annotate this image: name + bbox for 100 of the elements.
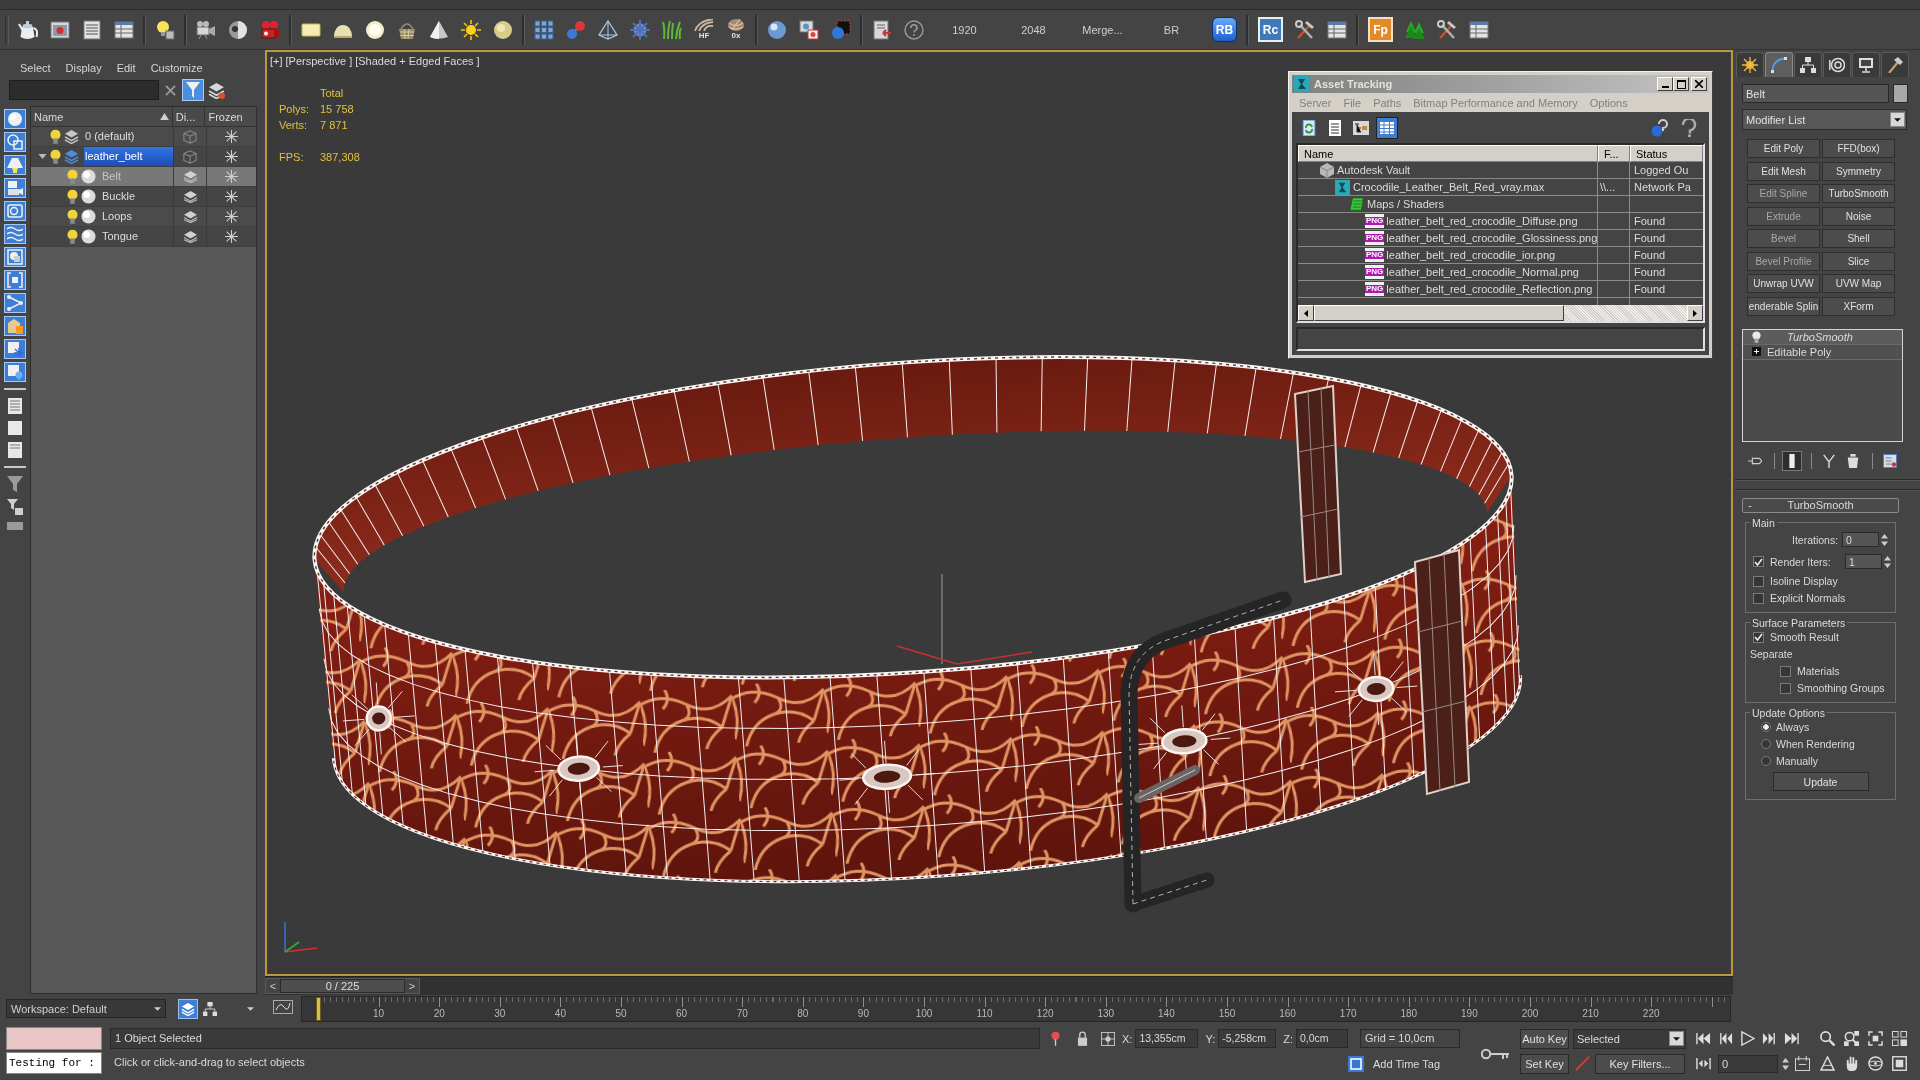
filter-toggle[interactable] (4, 201, 26, 221)
filter-toggle[interactable] (4, 293, 26, 313)
auto-key-button[interactable]: Auto Key (1520, 1028, 1569, 1049)
track-bar[interactable]: 10 20 30 40 50 60 70 80 90 100 110 120 130 140 150 160 170 180 190 200 210 220 (301, 996, 1731, 1022)
checkbox[interactable] (1753, 592, 1764, 604)
modifier-button[interactable]: Noise (1822, 206, 1895, 226)
viewport-label-menu[interactable]: [Shaded + Edged Faces ] (355, 55, 480, 67)
light-bulb-icon[interactable] (1752, 330, 1761, 343)
layer-explorer-button[interactable] (178, 998, 198, 1019)
scrollbar-thumb[interactable] (1314, 305, 1564, 321)
modifier-button[interactable]: XForm (1822, 296, 1895, 316)
radio-button[interactable] (1761, 739, 1771, 749)
previous-frame-button[interactable]: < (266, 979, 280, 993)
cube-grid-icon[interactable] (534, 19, 554, 40)
workspace-dropdown[interactable]: Workspace: Default (6, 999, 166, 1018)
menu-item[interactable]: Select (20, 62, 51, 74)
color-swatch[interactable] (1893, 84, 1908, 103)
render-frame-icon[interactable] (50, 19, 70, 40)
filter-toggle[interactable] (4, 339, 26, 359)
asset-name[interactable]: Maps / Shaders (1367, 198, 1445, 210)
column-header[interactable]: F... (1598, 145, 1630, 162)
column-header[interactable]: Name (31, 107, 173, 126)
filter-toggle[interactable] (4, 224, 26, 244)
panel-tab[interactable] (1823, 52, 1851, 77)
light-bulb-icon[interactable] (67, 189, 78, 204)
zoom-all-icon[interactable] (1844, 1031, 1859, 1046)
modifier-button[interactable]: TurboSmooth (1822, 184, 1895, 203)
cone-icon[interactable] (429, 19, 449, 40)
viewport-label-menu[interactable]: [+] (270, 55, 283, 67)
search-field[interactable] (9, 80, 159, 100)
spinner-arrows-icon[interactable] (1782, 1056, 1789, 1071)
table-window-icon[interactable] (1327, 19, 1347, 40)
modifier-button[interactable]: Edit Mesh (1747, 161, 1820, 181)
asset-name[interactable]: leather_belt_red_crocodile_Reflection.png (1386, 283, 1593, 295)
layer-name[interactable]: 0 (default) (84, 127, 138, 146)
modifier-button[interactable]: enderable Splin (1747, 296, 1820, 316)
shaded-plates-icon[interactable] (182, 230, 198, 243)
shaded-plates-icon[interactable] (182, 210, 198, 223)
spinner-field[interactable]: 1 (1845, 554, 1882, 569)
filter-toggle[interactable] (4, 132, 26, 152)
current-frame-field[interactable]: 0 (1718, 1054, 1778, 1073)
time-slider-track[interactable]: < 0 / 225 > (265, 976, 1733, 995)
viewport-label-menu[interactable]: [Perspective ] (285, 55, 353, 67)
hair-button[interactable]: HF (693, 18, 715, 41)
hierarchy-icon[interactable] (203, 1001, 217, 1016)
snowflake-icon[interactable] (225, 230, 238, 243)
next-frame-icon[interactable] (1762, 1031, 1777, 1046)
zoom-extents-all-icon[interactable] (1892, 1031, 1907, 1046)
curve-editor-icon[interactable] (273, 1000, 293, 1014)
panel-tab[interactable] (1736, 52, 1764, 77)
snowflake-icon[interactable] (225, 190, 238, 203)
modifier-button[interactable]: Slice (1822, 251, 1895, 271)
key-set-dropdown[interactable]: Selected (1573, 1028, 1686, 1049)
play-icon[interactable] (1740, 1031, 1755, 1046)
glossy-sphere-icon[interactable] (767, 19, 787, 40)
go-to-end-icon[interactable] (1784, 1031, 1799, 1046)
orbit-icon[interactable] (1868, 1056, 1883, 1071)
panel-tab[interactable] (1881, 52, 1909, 77)
calendar-icon[interactable] (1795, 1056, 1810, 1071)
listener-field[interactable] (6, 1027, 102, 1050)
maximize-viewport-icon[interactable] (1892, 1056, 1907, 1071)
time-slider-thumb[interactable]: < 0 / 225 > (265, 978, 420, 994)
scroll-right-button[interactable] (1687, 305, 1703, 321)
sphere-selection-icon[interactable] (831, 19, 851, 40)
object-name[interactable]: Tongue (101, 227, 142, 246)
menu-item[interactable]: Customize (150, 62, 203, 74)
modifier-button[interactable]: Symmetry (1822, 161, 1895, 181)
viewport[interactable] (265, 50, 1733, 976)
script-button[interactable]: 2048 (999, 17, 1068, 42)
next-frame-button[interactable]: > (405, 979, 419, 993)
checkbox[interactable] (1780, 682, 1791, 694)
time-tag-icon[interactable] (1348, 1055, 1364, 1072)
object-name[interactable]: Buckle (101, 187, 139, 206)
light-bulb-icon[interactable] (50, 129, 61, 144)
layer-name[interactable]: leather_belt (84, 147, 173, 166)
scroll-left-button[interactable] (1298, 305, 1314, 321)
modifier-button[interactable]: Edit Poly (1747, 139, 1820, 158)
checkbox[interactable] (1753, 556, 1764, 567)
tools-icon[interactable] (1295, 19, 1315, 40)
menu-item[interactable]: Display (65, 62, 102, 74)
script-input-field[interactable]: Testing for : (6, 1052, 102, 1074)
snowflake-icon[interactable] (225, 170, 238, 183)
script-button[interactable]: 1920 (930, 17, 999, 42)
wire-box-icon[interactable] (183, 149, 197, 164)
sphere-icon[interactable] (493, 19, 513, 40)
help-icon[interactable] (904, 19, 924, 40)
current-frame-marker[interactable] (316, 997, 321, 1021)
zoom-icon[interactable] (1820, 1031, 1835, 1046)
script-button[interactable]: Merge... (1068, 17, 1137, 42)
previous-frame-icon[interactable] (1718, 1031, 1733, 1046)
plugin-button[interactable]: RB (1212, 17, 1237, 42)
light-bulb-icon[interactable] (155, 19, 175, 40)
time-tag-button[interactable]: Add Time Tag (1373, 1057, 1441, 1070)
yarn-ball-button[interactable]: 0x (725, 18, 747, 41)
filter-toggle[interactable] (4, 109, 26, 129)
checkbox[interactable] (1753, 631, 1764, 643)
go-to-start-icon[interactable] (1696, 1031, 1711, 1046)
object-row[interactable]: Buckle (31, 187, 256, 207)
coordinate-field[interactable]: -5,258cm (1218, 1029, 1277, 1048)
column-header[interactable]: Status (1630, 145, 1703, 162)
